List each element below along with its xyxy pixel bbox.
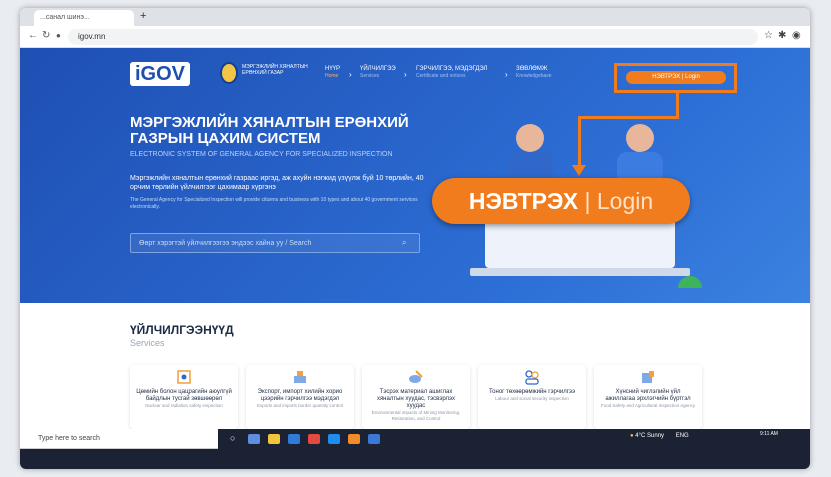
people-icon (525, 370, 539, 385)
menu-knowledgebase[interactable]: ЗӨВЛӨМЖ Knowledgebase (516, 66, 552, 80)
menu-home[interactable]: НҮҮР Home (325, 66, 340, 80)
service-subtitle: Environmental impacts of Mining Monitori… (371, 410, 461, 421)
system-tray: ● 4°C Sunny ENG (630, 433, 689, 439)
weather-icon: ● (630, 433, 634, 439)
service-card[interactable]: Хүнсний чиглэлийн үйл ажиллагаа эрхлэгчи… (594, 365, 702, 429)
chevron-right-icon: › (505, 70, 508, 79)
menu-certificates-en: Certificate and notices (416, 73, 466, 79)
food-icon (642, 371, 654, 383)
hero-description-mn: Мэргэжлийн хяналтын ерөнхий газраас иргэ… (130, 175, 424, 191)
profile-icon[interactable]: ◉ (792, 30, 801, 41)
app-icon[interactable] (348, 434, 360, 444)
login-callout-separator: | (578, 188, 597, 214)
services-title: ҮЙЛЧИЛГЭЭНҮҮД (130, 323, 234, 337)
org-name: Мэргэжлийн хяналтын ерөнхий газар (242, 64, 308, 76)
login-callout-en: Login (596, 188, 654, 214)
new-tab-button[interactable]: + (140, 10, 146, 22)
radiation-icon (177, 370, 191, 384)
mining-icon (409, 370, 423, 383)
login-callout-mn: НЭВТРЭХ (468, 188, 579, 214)
mail-icon[interactable] (288, 434, 300, 444)
export-icon (294, 371, 306, 383)
emblem-icon (220, 62, 238, 84)
login-button[interactable]: НЭВТРЭХ | Login (626, 71, 726, 84)
star-icon[interactable]: ☆ (764, 30, 773, 41)
service-card[interactable]: Цөмийн болон цацрагийн аюулгүй байдлын т… (130, 365, 238, 429)
taskbar-search[interactable]: Type here to search (20, 429, 218, 449)
service-title: Цөмийн болон цацрагийн аюулгүй байдлын т… (136, 389, 232, 402)
extension-icon[interactable]: ✱ (778, 30, 786, 41)
services-subtitle: Services (130, 338, 165, 348)
skype-icon[interactable] (328, 434, 340, 444)
service-subtitle: Food Safety and Agricultural Inspection … (600, 403, 696, 408)
service-card[interactable]: Тоног төхөөрөмжийн гэрчилгээ Labour and … (478, 365, 586, 429)
start-circle-icon[interactable]: ○ (230, 433, 235, 443)
chrome-icon[interactable] (308, 434, 320, 444)
menu-knowledgebase-label: ЗӨВЛӨМЖ (516, 66, 548, 72)
hero-description-en: The General Agency for Specialized Inspe… (130, 197, 418, 210)
page-title: МЭРГЭЖЛИЙН ХЯНАЛТЫН ЕРӨНХИЙ ГАЗРЫН ЦАХИМ… (130, 114, 409, 147)
service-title: Тоног төхөөрөмжийн гэрчилгээ (488, 389, 576, 395)
menu-knowledgebase-en: Knowledgebase (516, 73, 552, 79)
back-icon[interactable]: ← (28, 30, 38, 41)
address-bar: ← ↻ ● igov.mn ☆ ✱ ◉ (20, 26, 810, 48)
word-icon[interactable] (368, 434, 380, 444)
reload-icon[interactable]: ↻ (42, 30, 50, 41)
hero-section: iGOV Мэргэжлийн хяналтын ерөнхий газар Н… (20, 48, 810, 303)
url-input[interactable]: igov.mn (68, 29, 758, 45)
service-title: Тэсрэх материал ашиглах хяналтын хуудас,… (376, 389, 456, 409)
task-view-icon[interactable] (248, 434, 260, 444)
login-callout-enlarged: НЭВТРЭХ | Login (432, 178, 690, 224)
menu-services[interactable]: ҮЙЛЧИЛГЭЭ Services (360, 66, 396, 80)
service-title: Хүнсний чиглэлийн үйл ажиллагаа эрхлэгчи… (605, 389, 691, 402)
service-card[interactable]: Тэсрэх материал ашиглах хяналтын хуудас,… (362, 365, 470, 429)
service-subtitle: Exports and imports border quantity cont… (256, 403, 344, 408)
menu-home-label: НҮҮР (325, 66, 341, 72)
menu-certificates[interactable]: ГЭРЧИЛГЭЭ, МЭДЭГДЭЛ Certificate and notic… (416, 66, 487, 80)
services-section: ҮЙЛЧИЛГЭЭНҮҮД Services Цөмийн болон цацр… (20, 303, 810, 429)
clock[interactable]: 9:11 AM (760, 431, 778, 437)
windows-taskbar: ⌕ Type here to search ○ ● 4°C Sunny ENG … (20, 429, 810, 469)
callout-line (676, 93, 679, 118)
language-indicator[interactable]: ENG (676, 433, 689, 439)
menu-home-en: Home (325, 73, 339, 79)
search-icon[interactable]: ⌕ (402, 238, 406, 248)
explorer-icon[interactable] (268, 434, 280, 444)
menu-certificates-label: ГЭРЧИЛГЭЭ, МЭДЭГДЭЛ (416, 66, 488, 72)
chevron-right-icon: › (349, 70, 352, 79)
lock-icon: ● (56, 31, 61, 40)
menu-services-label: ҮЙЛЧИЛГЭЭ (360, 66, 396, 72)
menu-services-en: Services (360, 73, 380, 79)
browser-tab[interactable]: ...санал шинэ... (34, 10, 134, 26)
chevron-right-icon: › (404, 70, 407, 79)
browser-window: ...санал шинэ... + ← ↻ ● igov.mn ☆ ✱ ◉ i… (20, 8, 810, 469)
page-subtitle: ELECTRONIC SYSTEM OF GENERAL AGENCY FOR … (130, 151, 393, 158)
search-input[interactable]: Өөрт хэрэгтэй үйлчилгээгээ эндээс хайна … (130, 233, 420, 253)
tab-bar: ...санал шинэ... + (20, 8, 810, 26)
service-card[interactable]: Экспорт, импорт хилийн хориo цээрийн гэр… (246, 365, 354, 429)
service-subtitle: Labour and social security inspection (495, 396, 569, 401)
igov-logo[interactable]: iGOV (130, 62, 190, 86)
service-title: Экспорт, импорт хилийн хориo цээрийн гэр… (257, 389, 343, 402)
weather-text: 4°C Sunny (635, 433, 665, 439)
service-subtitle: Nuclear and radiation safety inspection (145, 403, 223, 408)
